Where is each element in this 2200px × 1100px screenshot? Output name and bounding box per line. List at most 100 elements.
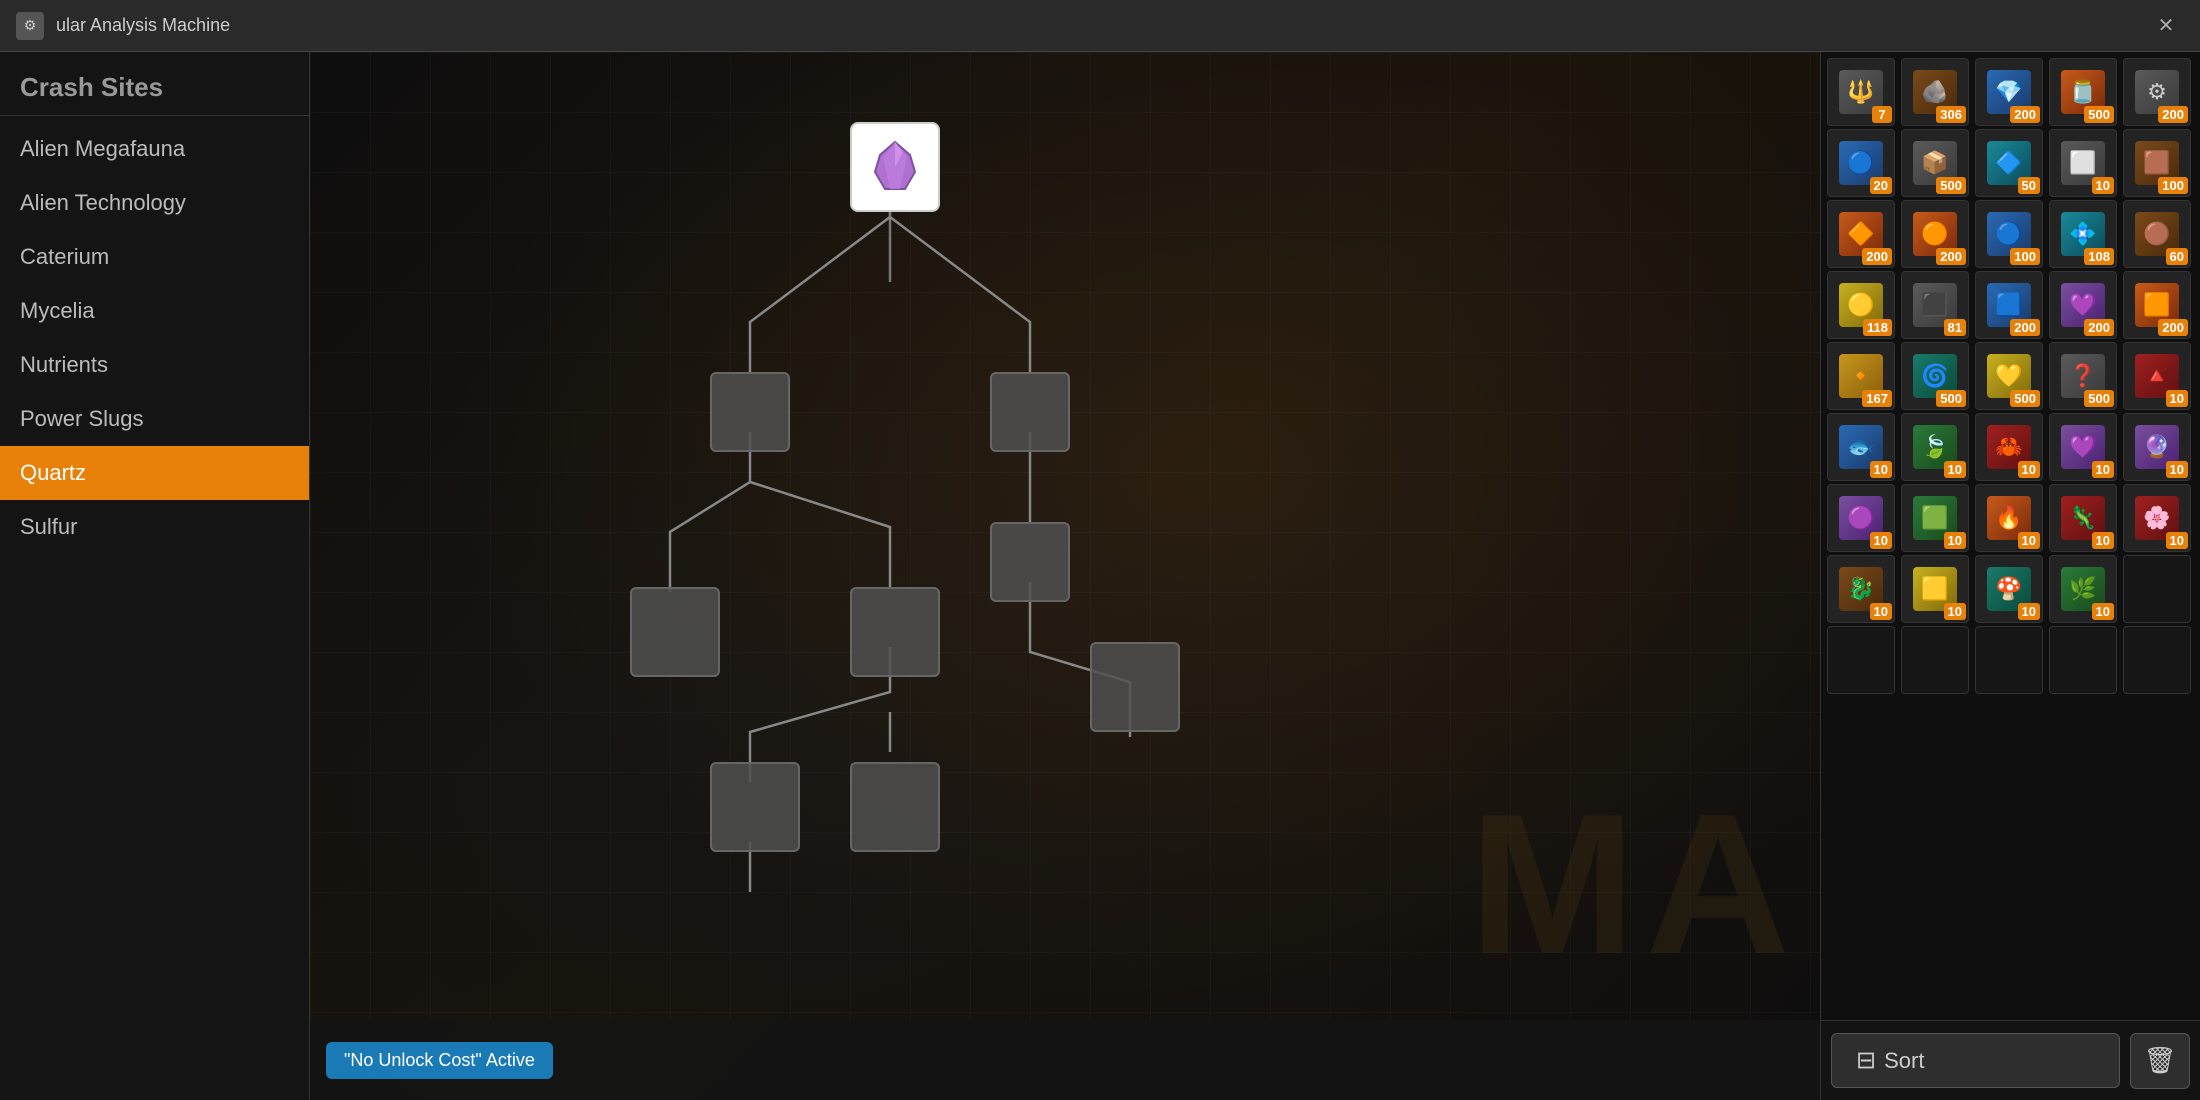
inventory-item-4[interactable]: ⚙200 (2123, 58, 2191, 126)
inventory-item-18[interactable]: 💜200 (2049, 271, 2117, 339)
inventory-item-27[interactable]: 🦀10 (1975, 413, 2043, 481)
root-node-icon (852, 124, 938, 210)
sort-label: Sort (1884, 1048, 1924, 1074)
inventory-item-1[interactable]: 🪨306 (1901, 58, 1969, 126)
sidebar-item-sulfur[interactable]: Sulfur (0, 500, 309, 554)
inventory-item-34[interactable]: 🌸10 (2123, 484, 2191, 552)
inventory-item-9[interactable]: 🟫100 (2123, 129, 2191, 197)
tree-node-l3-left[interactable] (630, 587, 720, 677)
inventory-item-42 (1975, 626, 2043, 694)
inventory-item-44 (2123, 626, 2191, 694)
item-count-29: 10 (2166, 461, 2188, 478)
bottom-bar: "No Unlock Cost" Active (310, 1020, 1820, 1100)
sort-icon: ⊟ (1856, 1046, 1876, 1075)
inventory-item-13[interactable]: 💠108 (2049, 200, 2117, 268)
inventory-item-43 (2049, 626, 2117, 694)
inventory-item-16[interactable]: ⬛81 (1901, 271, 1969, 339)
tree-node-l2-right[interactable] (990, 522, 1070, 602)
item-count-26: 10 (1944, 461, 1966, 478)
inventory-item-2[interactable]: 💎200 (1975, 58, 2043, 126)
sidebar-item-mycelia[interactable]: Mycelia (0, 284, 309, 338)
item-count-2: 200 (2010, 106, 2040, 123)
inventory-item-26[interactable]: 🍃10 (1901, 413, 1969, 481)
tree-node-l1-left[interactable] (710, 372, 790, 452)
window-title: ular Analysis Machine (56, 15, 2148, 36)
item-count-31: 10 (1944, 532, 1966, 549)
inventory-item-0[interactable]: 🔱7 (1827, 58, 1895, 126)
inventory-item-21[interactable]: 🌀500 (1901, 342, 1969, 410)
item-count-34: 10 (2166, 532, 2188, 549)
item-count-21: 500 (1936, 390, 1966, 407)
item-count-14: 60 (2166, 248, 2188, 265)
inventory-item-5[interactable]: 🔵20 (1827, 129, 1895, 197)
item-count-22: 500 (2010, 390, 2040, 407)
item-count-27: 10 (2018, 461, 2040, 478)
inventory-item-7[interactable]: 🔷50 (1975, 129, 2043, 197)
inventory-item-24[interactable]: 🔺10 (2123, 342, 2191, 410)
inventory-item-29[interactable]: 🔮10 (2123, 413, 2191, 481)
inventory-item-37[interactable]: 🍄10 (1975, 555, 2043, 623)
inventory-item-8[interactable]: ⬜10 (2049, 129, 2117, 197)
tree-node-l4-mid[interactable] (850, 762, 940, 852)
item-count-1: 306 (1936, 106, 1966, 123)
tree-node-l1-right[interactable] (990, 372, 1070, 452)
inventory-item-28[interactable]: 💜10 (2049, 413, 2117, 481)
inventory-item-31[interactable]: 🟩10 (1901, 484, 1969, 552)
tree-node-root[interactable] (850, 122, 940, 212)
item-count-33: 10 (2092, 532, 2114, 549)
inventory-item-36[interactable]: 🟨10 (1901, 555, 1969, 623)
inventory-item-10[interactable]: 🔶200 (1827, 200, 1895, 268)
item-count-19: 200 (2158, 319, 2188, 336)
tech-tree[interactable] (310, 52, 1820, 1020)
trash-button[interactable]: 🗑 (2130, 1033, 2190, 1089)
sidebar-item-alien-technology[interactable]: Alien Technology (0, 176, 309, 230)
main-area: MA (310, 52, 1820, 1100)
inventory-item-6[interactable]: 📦500 (1901, 129, 1969, 197)
sidebar-item-alien-megafauna[interactable]: Alien Megafauna (0, 122, 309, 176)
inventory-item-38[interactable]: 🌿10 (2049, 555, 2117, 623)
inventory-item-25[interactable]: 🐟10 (1827, 413, 1895, 481)
item-count-17: 200 (2010, 319, 2040, 336)
item-count-32: 10 (2018, 532, 2040, 549)
inventory-item-17[interactable]: 🟦200 (1975, 271, 2043, 339)
titlebar: ⚙ ular Analysis Machine ✕ (0, 0, 2200, 52)
tree-node-l4-left[interactable] (710, 762, 800, 852)
inventory-item-23[interactable]: ❓500 (2049, 342, 2117, 410)
inventory-item-20[interactable]: 🔸167 (1827, 342, 1895, 410)
item-count-15: 118 (1863, 319, 1892, 336)
tree-node-l3-right[interactable] (1090, 642, 1180, 732)
sidebar-items: Alien MegafaunaAlien TechnologyCateriumM… (0, 122, 309, 554)
inventory-item-12[interactable]: 🔵100 (1975, 200, 2043, 268)
inventory-item-35[interactable]: 🐉10 (1827, 555, 1895, 623)
item-count-18: 200 (2084, 319, 2114, 336)
inventory-item-32[interactable]: 🔥10 (1975, 484, 2043, 552)
item-count-30: 10 (1870, 532, 1892, 549)
filter-badge[interactable]: "No Unlock Cost" Active (326, 1042, 553, 1079)
item-count-3: 500 (2084, 106, 2114, 123)
sort-button[interactable]: ⊟ Sort (1831, 1033, 2120, 1088)
inventory-item-14[interactable]: 🟤60 (2123, 200, 2191, 268)
sidebar-header: Crash Sites (0, 52, 309, 116)
item-count-11: 200 (1936, 248, 1966, 265)
right-panel: 🔱7🪨306💎200🫙500⚙200 🔵20📦500🔷50⬜10🟫100 🔶200🟠… (1820, 52, 2200, 1100)
inventory-item-19[interactable]: 🟧200 (2123, 271, 2191, 339)
inventory-item-3[interactable]: 🫙500 (2049, 58, 2117, 126)
inventory-item-11[interactable]: 🟠200 (1901, 200, 1969, 268)
inventory-item-30[interactable]: 🟣10 (1827, 484, 1895, 552)
item-count-4: 200 (2158, 106, 2188, 123)
sidebar-item-power-slugs[interactable]: Power Slugs (0, 392, 309, 446)
item-count-16: 81 (1944, 319, 1966, 336)
close-button[interactable]: ✕ (2148, 8, 2184, 44)
inventory-item-39 (2123, 555, 2191, 623)
sidebar-item-quartz[interactable]: Quartz (0, 446, 309, 500)
item-count-10: 200 (1862, 248, 1892, 265)
sidebar-item-nutrients[interactable]: Nutrients (0, 338, 309, 392)
tree-node-l3-mid[interactable] (850, 587, 940, 677)
right-bottom-bar: ⊟ Sort 🗑 (1821, 1020, 2200, 1100)
inventory-item-15[interactable]: 🟡118 (1827, 271, 1895, 339)
inventory-item-22[interactable]: 💛500 (1975, 342, 2043, 410)
item-count-12: 100 (2010, 248, 2040, 265)
inventory-item-33[interactable]: 🦎10 (2049, 484, 2117, 552)
sidebar-item-caterium[interactable]: Caterium (0, 230, 309, 284)
item-count-5: 20 (1870, 177, 1892, 194)
